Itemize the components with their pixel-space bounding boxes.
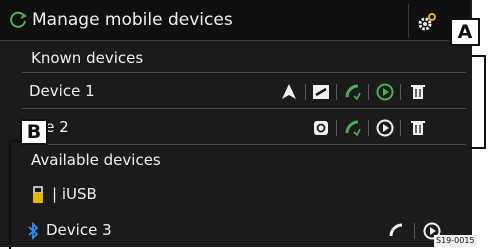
icon-divider <box>368 120 369 136</box>
divider <box>22 72 466 73</box>
device-row-1[interactable]: Device 1 <box>22 77 466 107</box>
media-play-icon[interactable] <box>376 119 394 137</box>
phone-call-icon[interactable] <box>344 119 362 137</box>
callout-a-bracket <box>470 55 486 149</box>
infotainment-screen: Manage mobile devices Known devices Devi… <box>0 0 470 247</box>
device-row-usb[interactable]: | iUSB <box>22 180 466 210</box>
navigation-arrow-icon[interactable] <box>280 83 298 101</box>
divider <box>22 108 466 109</box>
trash-icon[interactable] <box>409 83 427 101</box>
available-devices-heading: Available devices <box>31 151 161 169</box>
page-title: Manage mobile devices <box>32 10 233 30</box>
phone-call-icon[interactable] <box>344 83 362 101</box>
icon-divider <box>336 84 337 100</box>
media-play-icon[interactable] <box>376 83 394 101</box>
icon-divider <box>336 120 337 136</box>
title-bar: Manage mobile devices <box>0 0 470 41</box>
icon-divider <box>400 84 401 100</box>
settings-button[interactable] <box>408 4 445 38</box>
car-play-icon[interactable] <box>312 119 330 137</box>
icon-divider <box>368 84 369 100</box>
icon-divider <box>400 120 401 136</box>
figure-code: S19-0015 <box>434 235 477 247</box>
device-1-label: Device 1 <box>29 82 95 100</box>
gear-icon <box>418 13 436 31</box>
refresh-icon[interactable] <box>8 10 28 30</box>
device-row-2[interactable]: vice 2 <box>22 113 466 143</box>
device-row-3[interactable]: Device 3 <box>22 216 466 246</box>
callout-b-label: B <box>20 119 48 145</box>
divider <box>22 144 466 145</box>
icon-divider <box>305 84 306 100</box>
callout-a-label: A <box>450 18 480 46</box>
trash-icon[interactable] <box>409 119 427 137</box>
mirror-link-icon[interactable] <box>312 83 330 101</box>
usb-stick-icon <box>33 186 43 203</box>
known-devices-heading: Known devices <box>31 49 144 67</box>
icon-divider <box>414 223 415 239</box>
bluetooth-icon <box>28 222 39 240</box>
callout-b-bracket <box>9 140 25 249</box>
phone-call-icon[interactable] <box>388 222 406 240</box>
device-3-label: Device 3 <box>46 221 112 239</box>
usb-device-label: | iUSB <box>52 185 97 203</box>
